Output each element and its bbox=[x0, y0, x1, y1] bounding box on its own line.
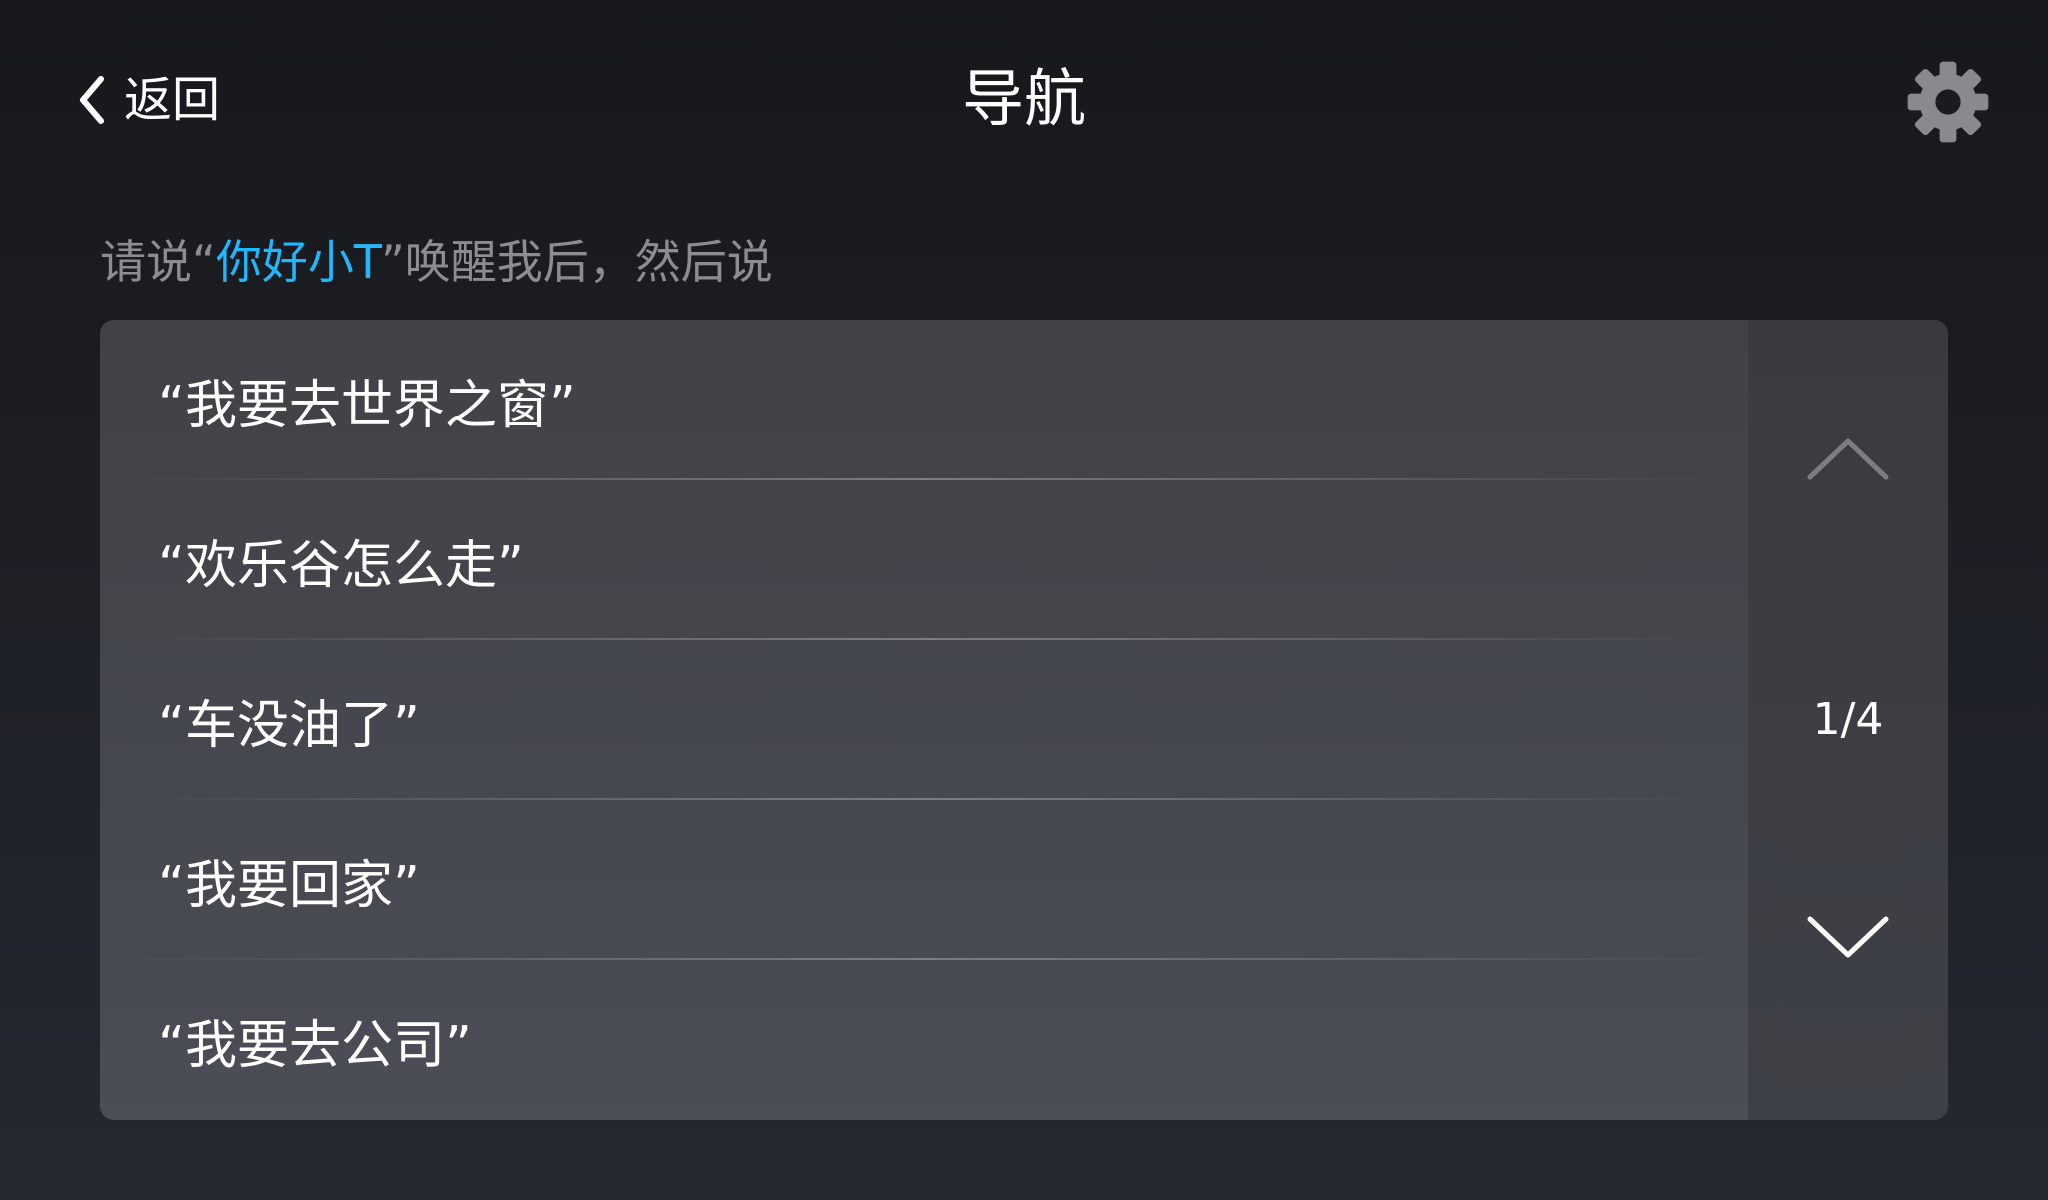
list-item[interactable]: “车没油了” bbox=[100, 640, 1748, 800]
command-text: “我要去世界之窗” bbox=[158, 375, 576, 436]
wake-word-prompt: 请说“你好小T”唤醒我后，然后说 bbox=[100, 228, 773, 296]
chevron-down-icon bbox=[1806, 915, 1890, 965]
command-text: “车没油了” bbox=[158, 695, 420, 756]
page-down-button[interactable] bbox=[1798, 900, 1898, 980]
chevron-up-icon bbox=[1806, 435, 1890, 485]
command-text: “我要去公司” bbox=[158, 1015, 472, 1076]
pager: 1/4 bbox=[1748, 320, 1948, 1120]
command-text: “我要回家” bbox=[158, 855, 420, 916]
list-item[interactable]: “我要去世界之窗” bbox=[100, 320, 1748, 480]
list-item[interactable]: “我要回家” bbox=[100, 800, 1748, 960]
command-list: “我要去世界之窗” “欢乐谷怎么走” “车没油了” “我要回家” “我要去公司” bbox=[100, 320, 1748, 1120]
command-panel: “我要去世界之窗” “欢乐谷怎么走” “车没油了” “我要回家” “我要去公司” bbox=[100, 320, 1948, 1120]
settings-button[interactable] bbox=[1900, 56, 1996, 152]
list-item[interactable]: “我要去公司” bbox=[100, 960, 1748, 1120]
wake-word: 你好小T bbox=[215, 235, 381, 289]
prompt-prefix: 请说“ bbox=[100, 235, 216, 289]
prompt-suffix: ”唤醒我后，然后说 bbox=[380, 235, 773, 289]
command-text: “欢乐谷怎么走” bbox=[158, 535, 524, 596]
page-title: 导航 bbox=[961, 62, 1086, 135]
page-indicator: 1/4 bbox=[1812, 694, 1884, 745]
gear-icon bbox=[1906, 60, 1990, 148]
header-bar: 返回 导航 bbox=[0, 0, 2048, 200]
list-item[interactable]: “欢乐谷怎么走” bbox=[100, 480, 1748, 640]
page-up-button[interactable] bbox=[1798, 420, 1898, 500]
